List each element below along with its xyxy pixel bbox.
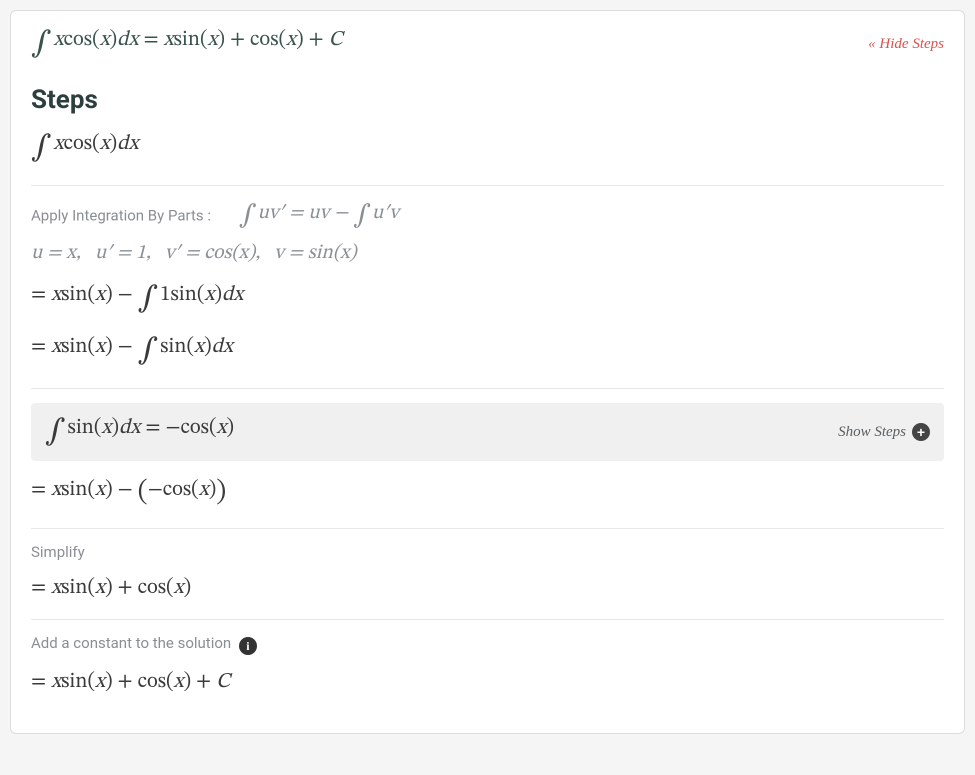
solution-card: ∫xcos(x)dx = xsin(x) + cos(x) + C « Hide…	[10, 10, 965, 734]
answer-row: ∫xcos(x)dx = xsin(x) + cos(x) + C « Hide…	[31, 19, 944, 63]
simplify-result: = xsin(x) + cos(x)	[31, 575, 944, 601]
steps-heading: Steps	[31, 85, 944, 115]
hide-steps-link[interactable]: « Hide Steps	[868, 36, 944, 53]
show-steps-label: Show Steps	[838, 424, 906, 441]
separator	[31, 185, 944, 186]
final-result-line: = xsin(x) + cos(x) + C	[31, 669, 944, 695]
byparts-line1: = xsin(x) − ∫1sin(x)dx	[31, 280, 944, 318]
byparts-rule: ∫uv′ = uv − ∫u′v	[239, 203, 399, 223]
after-sub-line: = xsin(x) − (−cos(x))	[31, 475, 944, 510]
simplify-hint: Simplify	[31, 543, 944, 561]
info-icon[interactable]: i	[239, 637, 257, 655]
substep-row: ∫sin(x)dx = −cos(x) Show Steps +	[31, 403, 944, 461]
byparts-hint-label: Apply Integration By Parts :	[31, 206, 211, 224]
byparts-substitutions: u = x, u′ = 1, v′ = cos(x), v = sin(x)	[31, 241, 944, 266]
final-answer: ∫xcos(x)dx = xsin(x) + cos(x) + C	[31, 25, 343, 63]
byparts-hint: Apply Integration By Parts : ∫uv′ = uv −…	[31, 200, 944, 233]
separator	[31, 528, 944, 529]
show-steps-link[interactable]: Show Steps +	[838, 423, 930, 441]
plus-icon: +	[912, 423, 930, 441]
separator	[31, 619, 944, 620]
constant-hint: Add a constant to the solution i	[31, 634, 944, 655]
byparts-line2: = xsin(x) − ∫sin(x)dx	[31, 332, 944, 370]
original-integral: ∫xcos(x)dx	[31, 129, 944, 167]
substep-result: ∫sin(x)dx = −cos(x)	[45, 413, 234, 451]
separator	[31, 388, 944, 389]
constant-hint-label: Add a constant to the solution	[31, 634, 231, 652]
